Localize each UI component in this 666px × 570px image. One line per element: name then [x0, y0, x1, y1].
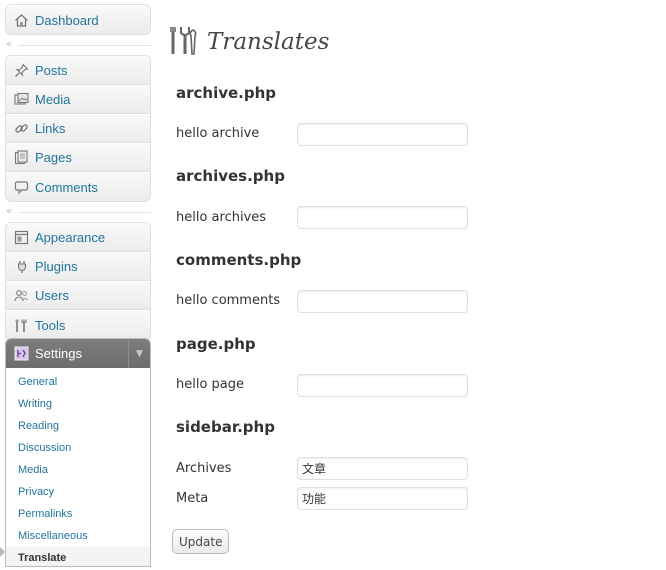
sidebar-item-label: Media	[35, 92, 71, 107]
sidebar-item-label: Plugins	[35, 259, 78, 274]
section-title: archive.php	[176, 84, 277, 102]
sidebar-item-appearance[interactable]: Appearance	[6, 223, 150, 252]
section-title: page.php	[176, 335, 256, 353]
submenu-item-translate[interactable]: Translate	[6, 547, 150, 566]
field-label: hello archive	[176, 126, 260, 141]
update-button[interactable]: Update	[172, 529, 230, 554]
sidebar-item-posts[interactable]: Posts	[6, 56, 150, 85]
home-icon	[13, 12, 29, 28]
submenu-item-permalinks[interactable]: Permalinks	[6, 503, 150, 525]
sidebar-item-label: Dashboard	[35, 12, 99, 28]
submenu-item-media[interactable]: Media	[6, 459, 150, 481]
submenu-item-general[interactable]: General	[6, 371, 150, 393]
chain-link-icon	[13, 121, 29, 137]
sidebar-settings-menu: Settings ▼ General Writing Reading Discu…	[5, 338, 151, 567]
collapse-arrow-icon[interactable]: «	[6, 40, 16, 50]
section-title: comments.php	[176, 251, 302, 269]
sidebar-item-links[interactable]: Links	[6, 114, 150, 143]
sidebar-item-label: Posts	[35, 63, 68, 78]
page-title: Translates	[207, 29, 330, 55]
menu-separator[interactable]: «	[6, 207, 151, 217]
sidebar-admin-group: Appearance Plugins Users Tools	[5, 222, 151, 339]
tools-icon	[13, 317, 29, 333]
submenu-item-reading[interactable]: Reading	[6, 415, 150, 437]
sidebar-content-group: Posts Media Links Pages Comments	[5, 55, 151, 202]
translation-input[interactable]	[297, 123, 468, 146]
sidebar-item-plugins[interactable]: Plugins	[6, 252, 150, 281]
current-page-arrow-icon	[0, 547, 5, 557]
submenu-item-privacy[interactable]: Privacy	[6, 481, 150, 503]
sidebar-item-label: Comments	[35, 179, 98, 195]
sidebar-item-label: Appearance	[35, 230, 106, 245]
section-title: archives.php	[176, 167, 285, 185]
sidebar-item-users[interactable]: Users	[6, 281, 150, 310]
field-label: hello page	[176, 377, 245, 392]
sidebar-item-label: Settings	[35, 346, 82, 361]
sidebar-dashboard-group: Dashboard	[5, 4, 151, 35]
submenu-item-writing[interactable]: Writing	[6, 393, 150, 415]
submenu-item-discussion[interactable]: Discussion	[6, 437, 150, 459]
page-header: Translates	[167, 24, 329, 60]
collapse-arrow-icon[interactable]: «	[6, 207, 16, 217]
speech-bubble-icon	[13, 179, 29, 195]
menu-separator[interactable]: «	[6, 40, 151, 50]
section-title: sidebar.php	[176, 418, 275, 436]
sidebar-item-tools[interactable]: Tools	[6, 310, 150, 339]
pushpin-icon	[13, 63, 29, 79]
sidebar-item-settings[interactable]: Settings ▼	[6, 339, 150, 368]
expand-toggle-icon[interactable]: ▼	[128, 339, 150, 368]
field-label: hello comments	[176, 293, 281, 308]
field-label: Archives	[176, 461, 232, 476]
translation-input[interactable]	[297, 457, 468, 480]
field-label: Meta	[176, 491, 209, 506]
users-icon	[13, 288, 29, 304]
appearance-icon	[13, 230, 29, 246]
translation-input[interactable]	[297, 290, 468, 313]
sidebar-item-dashboard[interactable]: Dashboard	[6, 5, 150, 34]
settings-submenu: General Writing Reading Discussion Media…	[6, 368, 150, 566]
translation-input[interactable]	[297, 206, 468, 229]
sidebar-item-label: Links	[35, 121, 66, 136]
sidebar-item-pages[interactable]: Pages	[6, 143, 150, 172]
sidebar-item-comments[interactable]: Comments	[6, 172, 150, 201]
sidebar-item-media[interactable]: Media	[6, 85, 150, 114]
field-label: hello archives	[176, 210, 267, 225]
tools-icon	[167, 24, 199, 60]
settings-icon	[13, 346, 29, 362]
media-icon	[13, 92, 29, 108]
submenu-item-miscellaneous[interactable]: Miscellaneous	[6, 525, 150, 547]
sidebar-item-label: Tools	[35, 317, 66, 333]
pages-icon	[13, 150, 29, 166]
sidebar-item-label: Users	[35, 288, 69, 303]
sidebar-item-label: Pages	[35, 150, 72, 165]
translation-input[interactable]	[297, 374, 468, 397]
translation-input[interactable]	[297, 487, 468, 510]
plug-icon	[13, 259, 29, 275]
